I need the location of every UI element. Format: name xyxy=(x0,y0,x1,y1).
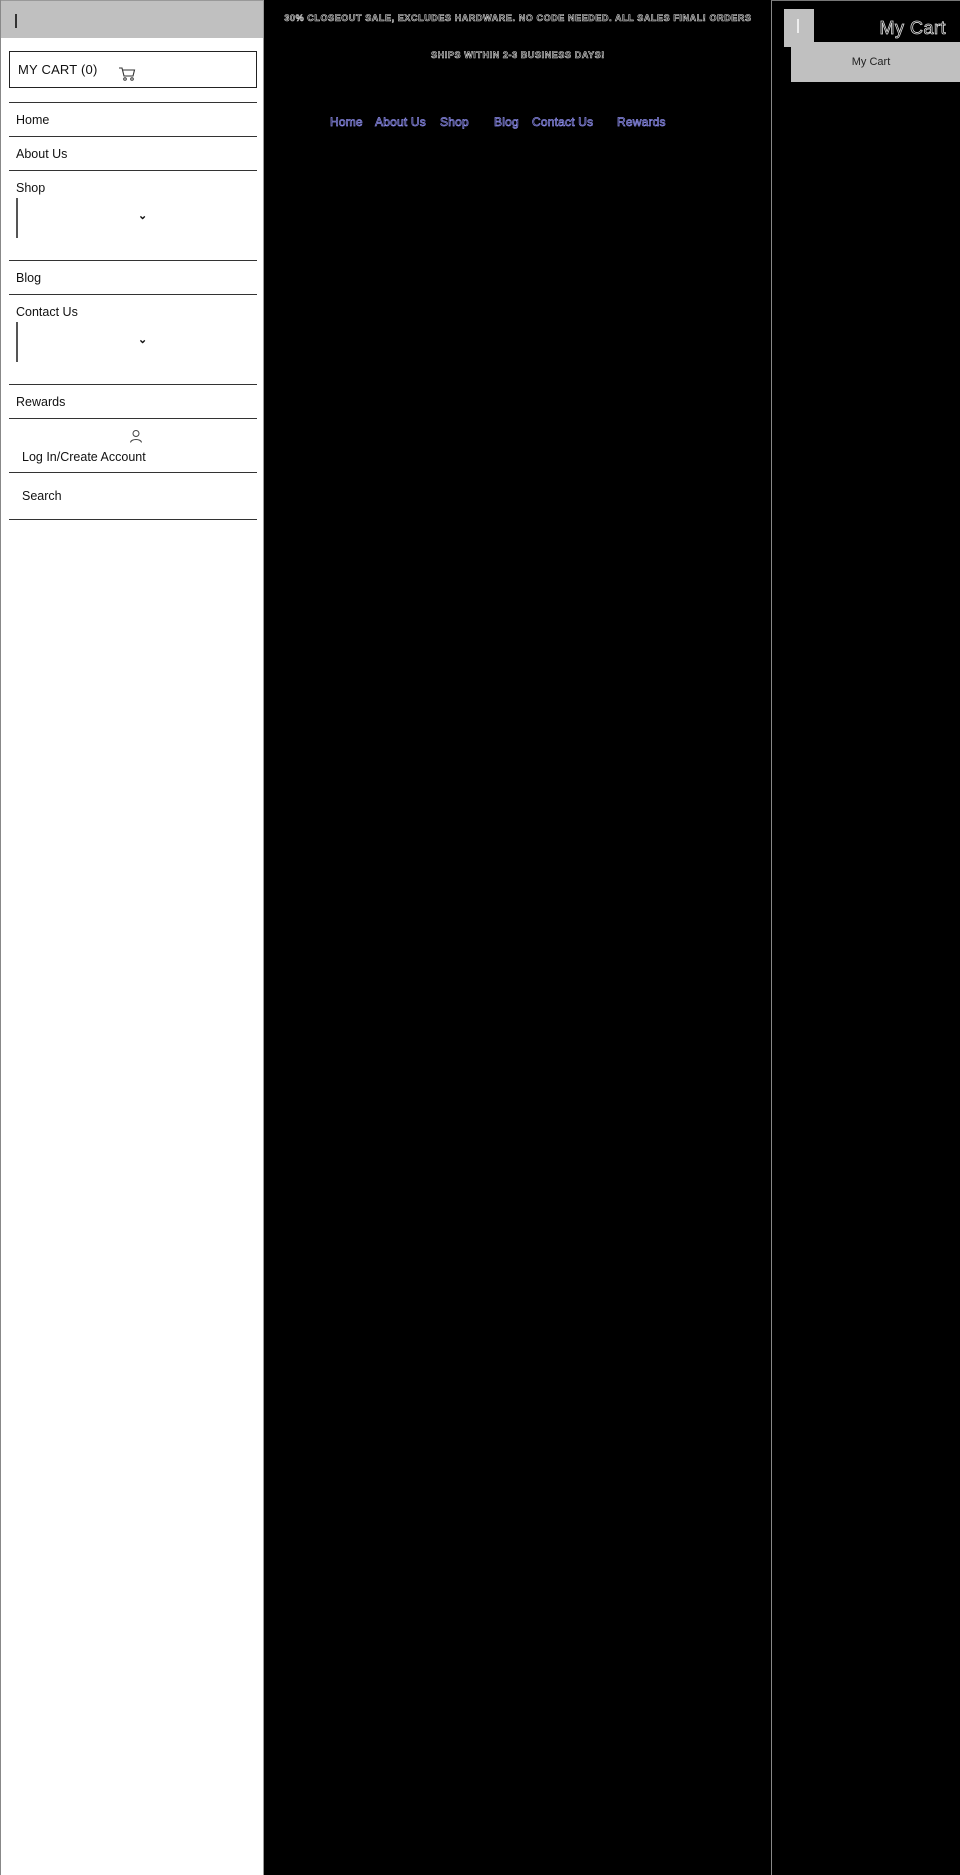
drawer-header xyxy=(1,0,263,38)
select-divider xyxy=(16,322,18,362)
cart-drawer: My Cart My Cart xyxy=(771,0,960,1875)
nav-about-us[interactable]: About Us xyxy=(375,115,426,130)
menu-divider xyxy=(9,519,257,520)
nav-shop[interactable]: Shop xyxy=(440,115,469,130)
main-nav: Home About Us Shop Blog Contact Us Rewar… xyxy=(264,115,772,131)
contact-submenu-toggle[interactable]: ⌄ xyxy=(16,322,148,362)
nav-contact-us[interactable]: Contact Us xyxy=(532,115,594,130)
drawer-item-contact-us: Contact Us ⌄ xyxy=(9,294,257,384)
my-cart-label: MY CART (0) xyxy=(18,62,98,77)
drawer-item-rewards[interactable]: Rewards xyxy=(9,384,257,418)
drawer-item-label[interactable]: Shop xyxy=(16,181,45,195)
main-content: 30% CLOSEOUT SALE, EXCLUDES HARDWARE. NO… xyxy=(264,0,772,1875)
drawer-item-label: About Us xyxy=(16,147,68,161)
close-drawer-icon[interactable] xyxy=(15,14,17,28)
drawer-item-home[interactable]: Home xyxy=(9,102,257,136)
mobile-menu-drawer: MY CART (0) Home About Us Shop ⌄ Blog Co… xyxy=(0,0,264,1875)
drawer-item-blog[interactable]: Blog xyxy=(9,260,257,294)
chevron-down-icon: ⌄ xyxy=(138,210,148,222)
login-label: Log In/Create Account xyxy=(22,450,146,464)
drawer-item-label[interactable]: Contact Us xyxy=(16,305,78,319)
drawer-search-link[interactable]: Search xyxy=(9,472,257,519)
announcement-line-2: SHIPS WITHIN 2-3 BUSINESS DAYS! xyxy=(431,50,605,61)
drawer-item-shop: Shop ⌄ xyxy=(9,170,257,260)
select-divider xyxy=(16,198,18,238)
cart-title: My Cart xyxy=(879,18,946,39)
chevron-down-icon: ⌄ xyxy=(138,334,148,346)
login-create-account-link[interactable]: Log In/Create Account xyxy=(9,418,257,472)
nav-blog[interactable]: Blog xyxy=(494,115,519,130)
announcement-line-1: 30% CLOSEOUT SALE, EXCLUDES HARDWARE. NO… xyxy=(284,13,752,24)
drawer-item-label: Blog xyxy=(16,271,42,285)
cart-icon xyxy=(119,67,136,81)
drawer-item-label: Rewards xyxy=(16,395,66,409)
drawer-item-about-us[interactable]: About Us xyxy=(9,136,257,170)
my-cart-tab[interactable]: My Cart xyxy=(791,42,960,82)
my-cart-button[interactable]: MY CART (0) xyxy=(9,51,257,88)
user-icon xyxy=(130,430,142,443)
drawer-item-label: Home xyxy=(16,113,50,127)
nav-rewards[interactable]: Rewards xyxy=(617,115,666,130)
close-bar-icon xyxy=(797,19,799,33)
shop-submenu-toggle[interactable]: ⌄ xyxy=(16,198,148,238)
nav-home[interactable]: Home xyxy=(330,115,363,130)
drawer-menu: Home About Us Shop ⌄ Blog Contact Us ⌄ R… xyxy=(9,102,257,520)
search-label: Search xyxy=(22,489,62,503)
